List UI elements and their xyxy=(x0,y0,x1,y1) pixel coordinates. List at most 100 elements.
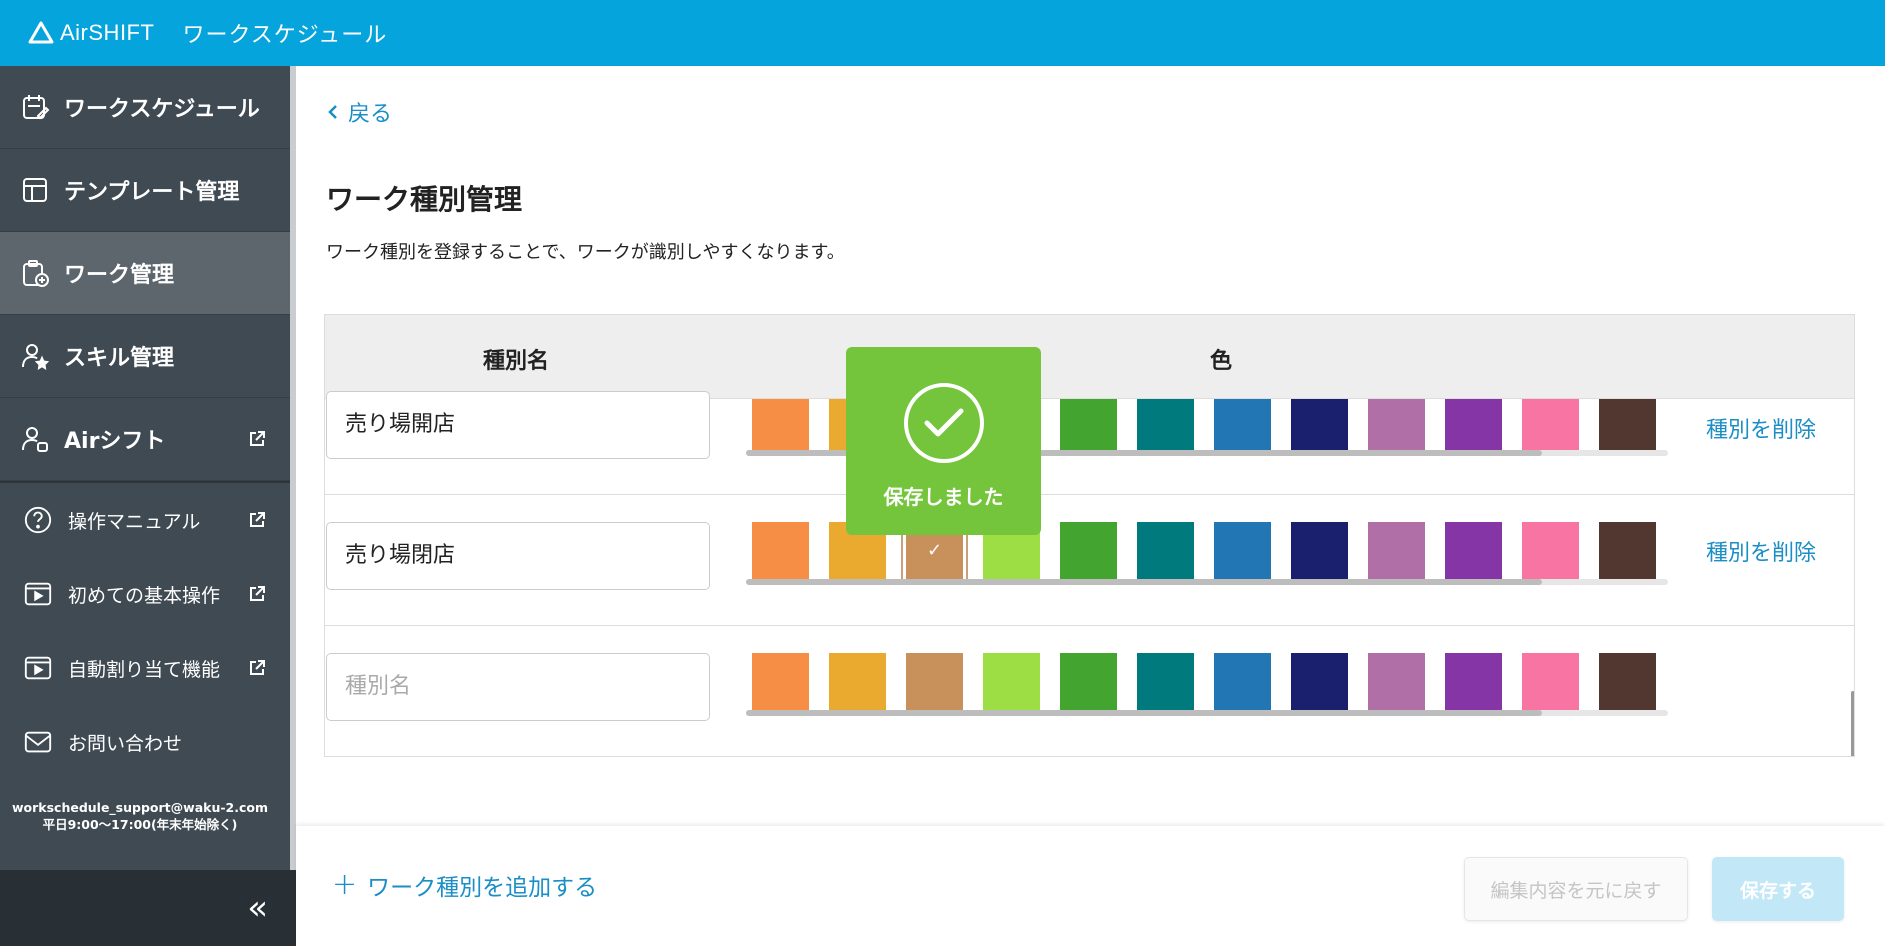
sidebar-item-label: ワークスケジュール xyxy=(64,97,260,122)
airshift-logo-icon xyxy=(28,21,54,44)
table-body: 売り場開店 種別を削除 売り場閉店 ✓ 種別を削除 種別名 xyxy=(325,391,1854,756)
main-content: 戻る ワーク種別管理 ワーク種別を登録することで、ワークが識別しやすくなります。… xyxy=(296,66,1885,946)
mail-icon xyxy=(22,726,54,758)
calendar-edit-icon xyxy=(20,92,50,122)
sidebar-collapse-button[interactable]: « xyxy=(0,870,296,946)
color-swatch[interactable] xyxy=(983,653,1040,710)
color-swatch[interactable] xyxy=(1368,653,1425,710)
question-circle-icon xyxy=(22,504,54,536)
column-header-color: 色 xyxy=(1210,349,1233,374)
add-work-type-link[interactable]: + ワーク種別を追加する xyxy=(332,868,597,902)
color-swatch[interactable] xyxy=(1599,522,1656,579)
back-link-label: 戻る xyxy=(348,102,393,127)
sidebar-link-manual[interactable]: 操作マニュアル xyxy=(0,483,290,557)
back-link[interactable]: 戻る xyxy=(326,96,392,128)
swatch-scrollbar[interactable] xyxy=(746,579,1668,585)
top-bar: AirSHIFT ワークスケジュール xyxy=(0,0,1885,66)
color-swatch[interactable] xyxy=(1060,399,1117,456)
delete-work-type-link[interactable]: 種別を削除 xyxy=(1706,535,1816,567)
support-info: workschedule_support@waku-2.com 平日9:00〜1… xyxy=(0,799,290,833)
color-swatch[interactable] xyxy=(1060,653,1117,710)
color-swatch[interactable] xyxy=(1445,653,1502,710)
person-app-icon xyxy=(20,424,50,454)
footer-bar: + ワーク種別を追加する 編集内容を元に戻す 保存する xyxy=(296,826,1885,946)
color-swatch[interactable] xyxy=(1137,653,1194,710)
color-swatch[interactable] xyxy=(829,653,886,710)
support-email: workschedule_support@waku-2.com xyxy=(11,800,268,815)
scrollbar-thumb[interactable] xyxy=(746,579,1542,585)
color-swatch[interactable] xyxy=(1445,522,1502,579)
clipboard-add-icon xyxy=(20,258,50,288)
save-button[interactable]: 保存する xyxy=(1712,857,1844,921)
color-swatch[interactable] xyxy=(752,653,809,710)
work-type-name-input[interactable]: 売り場開店 xyxy=(326,391,710,459)
template-icon xyxy=(20,175,50,205)
scrollbar-thumb[interactable] xyxy=(746,710,1542,716)
work-type-table: 種別名 色 売り場開店 種別を削除 売り場閉店 ✓ 種別を削除 種別名 xyxy=(324,314,1855,757)
color-swatch[interactable] xyxy=(1060,522,1117,579)
color-swatch[interactable] xyxy=(1522,653,1579,710)
sidebar: ワークスケジュール テンプレート管理 ワーク管理 スキル管理 Airシフト 操作… xyxy=(0,66,290,946)
external-link-icon xyxy=(250,431,265,446)
color-swatch[interactable] xyxy=(1445,399,1502,456)
color-swatch[interactable] xyxy=(752,399,809,456)
support-hours: 平日9:00〜17:00(年末年始除く) xyxy=(42,817,238,832)
color-swatch[interactable] xyxy=(1291,399,1348,456)
video-icon xyxy=(22,652,54,684)
color-swatch[interactable] xyxy=(1368,399,1425,456)
sidebar-item-label: テンプレート管理 xyxy=(64,180,240,205)
plus-icon: + xyxy=(332,867,358,902)
app-title: ワークスケジュール xyxy=(182,23,388,48)
color-swatch[interactable] xyxy=(1599,653,1656,710)
sidebar-link-basic-operations[interactable]: 初めての基本操作 xyxy=(0,557,290,631)
sidebar-item-label: スキル管理 xyxy=(64,346,175,371)
color-swatch[interactable] xyxy=(1291,653,1348,710)
toast-message: 保存しました xyxy=(883,485,1004,509)
chevron-left-icon xyxy=(328,105,337,119)
app-logo-text: AirSHIFT xyxy=(60,20,155,45)
table-scrollbar[interactable] xyxy=(1851,691,1854,756)
color-swatch[interactable] xyxy=(1522,522,1579,579)
color-swatch[interactable] xyxy=(1214,399,1271,456)
color-swatch[interactable] xyxy=(1137,399,1194,456)
color-swatch[interactable] xyxy=(1214,522,1271,579)
sidebar-item-airshift[interactable]: Airシフト xyxy=(0,398,290,481)
table-row: 種別名 xyxy=(325,626,1854,756)
saved-toast: 保存しました xyxy=(846,347,1041,535)
color-swatch[interactable] xyxy=(1599,399,1656,456)
sidebar-link-label: 自動割り当て機能 xyxy=(68,658,221,681)
table-row: 売り場閉店 ✓ 種別を削除 xyxy=(325,495,1854,626)
page-description: ワーク種別を登録することで、ワークが識別しやすくなります。 xyxy=(326,242,845,263)
double-chevron-left-icon: « xyxy=(247,888,268,928)
add-work-type-label: ワーク種別を追加する xyxy=(367,875,598,901)
sidebar-link-contact[interactable]: お問い合わせ xyxy=(0,705,290,779)
work-type-name-input[interactable]: 売り場閉店 xyxy=(326,522,710,590)
color-swatch[interactable] xyxy=(1137,522,1194,579)
color-swatch[interactable] xyxy=(1522,399,1579,456)
revert-button[interactable]: 編集内容を元に戻す xyxy=(1464,857,1688,921)
color-swatch[interactable] xyxy=(906,653,963,710)
page-title: ワーク種別管理 xyxy=(326,183,523,216)
external-link-icon xyxy=(250,660,265,675)
color-swatch[interactable] xyxy=(1214,653,1271,710)
color-swatch[interactable] xyxy=(752,522,809,579)
sidebar-link-auto-assign[interactable]: 自動割り当て機能 xyxy=(0,631,290,705)
sidebar-item-work-management[interactable]: ワーク管理 xyxy=(0,232,290,315)
sidebar-link-label: お問い合わせ xyxy=(68,732,183,755)
sidebar-link-label: 初めての基本操作 xyxy=(68,584,221,607)
sidebar-item-skill[interactable]: スキル管理 xyxy=(0,315,290,398)
video-icon xyxy=(22,578,54,610)
swatch-scrollbar[interactable] xyxy=(746,710,1668,716)
delete-work-type-link[interactable]: 種別を削除 xyxy=(1706,412,1816,444)
app-logo[interactable]: AirSHIFT xyxy=(28,20,154,46)
work-type-name-input[interactable]: 種別名 xyxy=(326,653,710,721)
color-swatch[interactable] xyxy=(1291,522,1348,579)
sidebar-help-links: 操作マニュアル 初めての基本操作 自動割り当て機能 お問い合わせ worksch… xyxy=(0,481,290,833)
color-swatch-list xyxy=(752,653,1656,710)
checkmark-circle-icon xyxy=(903,383,984,463)
table-row: 売り場開店 種別を削除 xyxy=(325,391,1854,495)
sidebar-item-work-schedule[interactable]: ワークスケジュール xyxy=(0,66,290,149)
external-link-icon xyxy=(250,512,265,527)
sidebar-item-template[interactable]: テンプレート管理 xyxy=(0,149,290,232)
color-swatch[interactable] xyxy=(1368,522,1425,579)
